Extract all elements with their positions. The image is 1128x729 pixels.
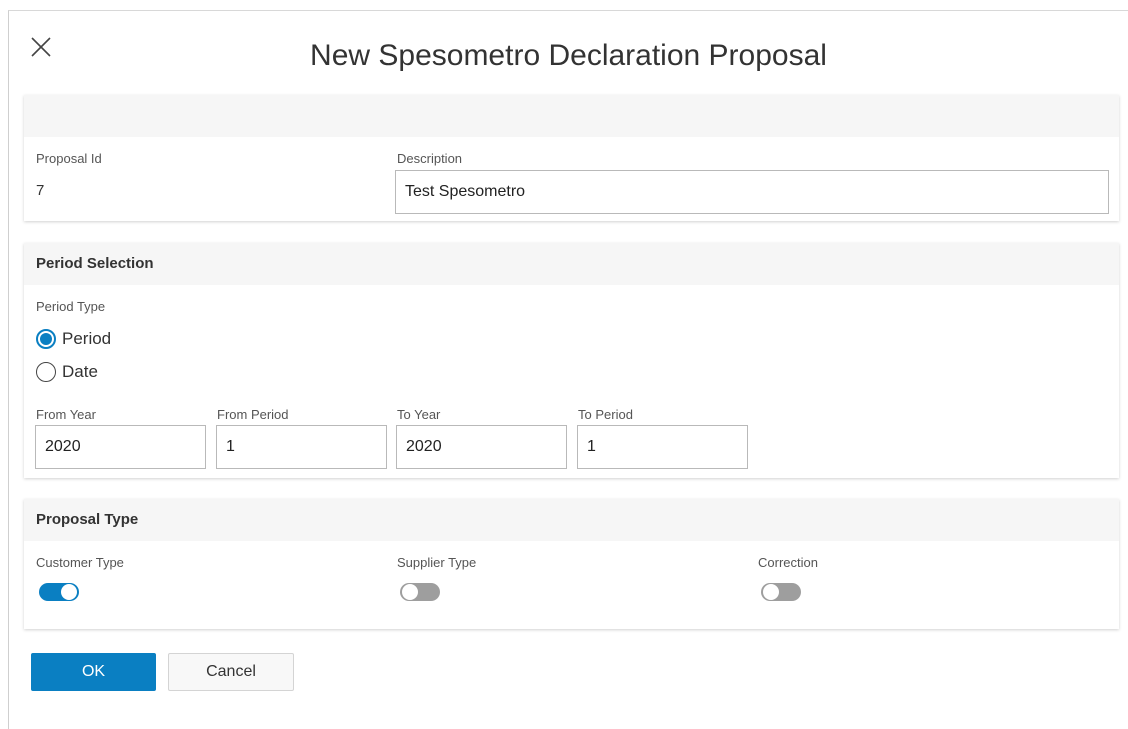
description-label: Description xyxy=(397,151,463,166)
to-period-label: To Period xyxy=(578,407,633,422)
customer-type-toggle[interactable] xyxy=(39,583,79,601)
radio-period-button[interactable] xyxy=(36,329,56,349)
from-period-label: From Period xyxy=(217,407,289,422)
radio-period-label: Period xyxy=(62,329,112,348)
toggle-knob xyxy=(61,584,77,600)
general-section-header xyxy=(24,95,1119,137)
proposal-id-value: 7 xyxy=(36,182,45,199)
period-selection-section: Period Selection Period Type Period Date… xyxy=(24,243,1119,478)
proposal-id-label: Proposal Id xyxy=(36,151,102,166)
toggle-knob xyxy=(763,584,779,600)
toggle-knob xyxy=(402,584,418,600)
from-year-label: From Year xyxy=(36,407,96,422)
customer-type-label: Customer Type xyxy=(36,555,124,570)
correction-label: Correction xyxy=(758,555,818,570)
period-selection-header: Period Selection xyxy=(24,243,1119,285)
ok-button[interactable]: OK xyxy=(31,653,156,691)
supplier-type-label: Supplier Type xyxy=(397,555,477,570)
general-section: Proposal Id 7 Description Test Spesometr… xyxy=(24,95,1119,221)
to-period-input[interactable]: 1 xyxy=(577,425,748,469)
radio-date-button[interactable] xyxy=(36,362,56,382)
radio-date[interactable]: Date xyxy=(36,362,98,382)
proposal-type-section: Proposal Type Customer Type Supplier Typ… xyxy=(24,499,1119,629)
from-period-input[interactable]: 1 xyxy=(216,425,387,469)
from-year-input[interactable]: 2020 xyxy=(35,425,206,469)
supplier-type-toggle[interactable] xyxy=(400,583,440,601)
cancel-button[interactable]: Cancel xyxy=(168,653,294,691)
period-type-label: Period Type xyxy=(36,299,106,314)
to-year-label: To Year xyxy=(397,407,441,422)
dialog: New Spesometro Declaration Proposal Prop… xyxy=(8,10,1128,729)
to-year-input[interactable]: 2020 xyxy=(396,425,567,469)
description-input[interactable]: Test Spesometro xyxy=(395,170,1109,214)
dialog-title: New Spesometro Declaration Proposal xyxy=(310,39,827,72)
radio-period[interactable]: Period xyxy=(36,329,111,349)
radio-date-label: Date xyxy=(62,362,98,381)
correction-toggle[interactable] xyxy=(761,583,801,601)
proposal-type-header: Proposal Type xyxy=(24,499,1119,541)
